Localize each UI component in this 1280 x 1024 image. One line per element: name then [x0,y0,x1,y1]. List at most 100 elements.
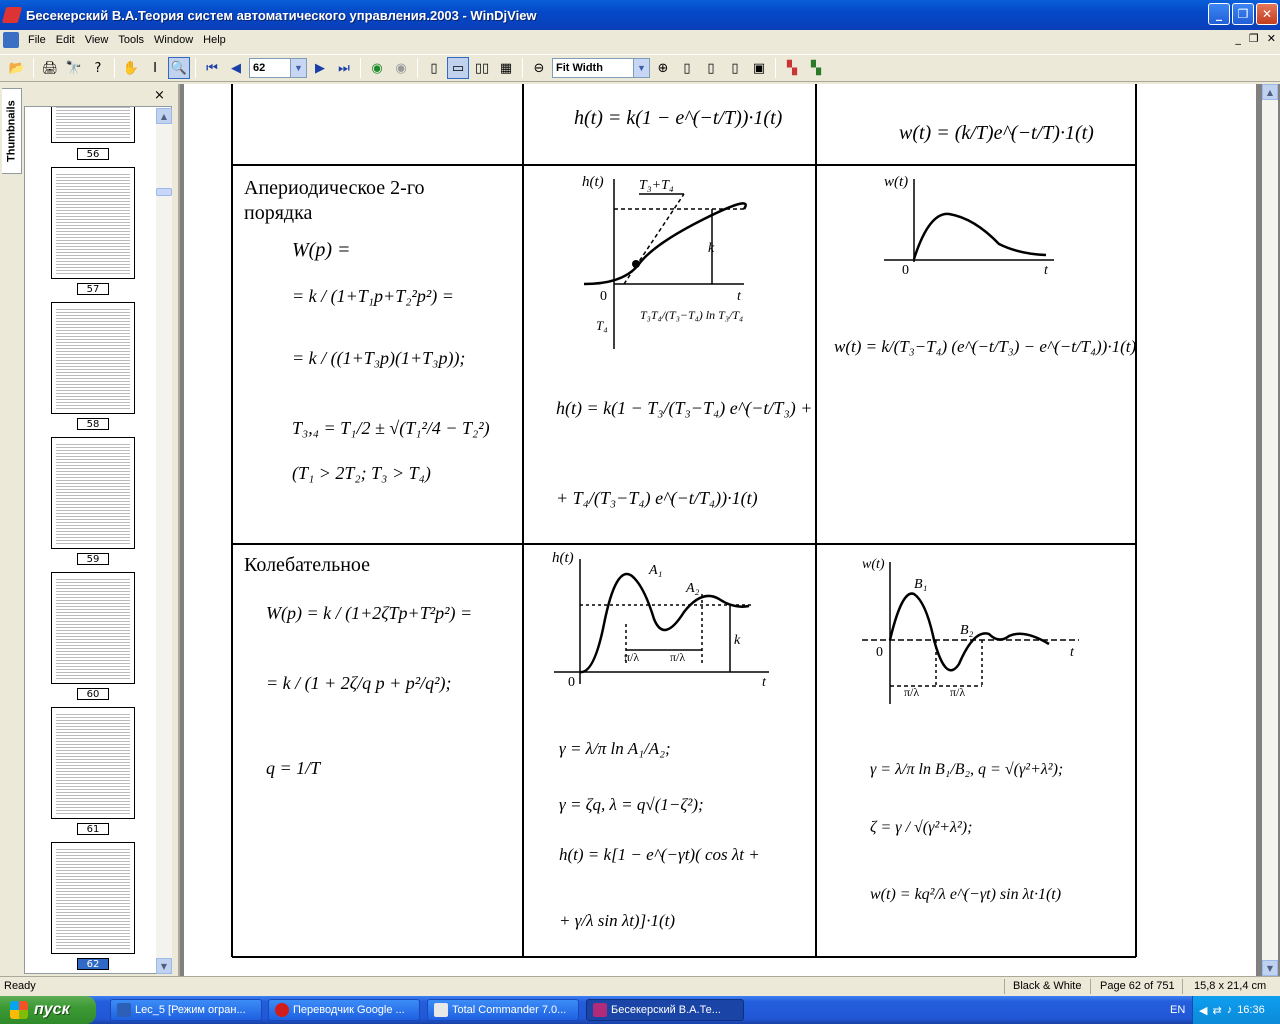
color-mode-icon[interactable]: ▚ [805,57,827,79]
fit-width-icon[interactable]: ▯ [700,57,722,79]
forward-icon[interactable]: ◉ [390,57,412,79]
thumbnail-page-56[interactable] [51,107,135,143]
zoom-combo[interactable]: Fit Width ▼ [552,58,650,78]
row3-w-label-b2: B₂ [960,623,974,638]
close-icon[interactable]: × [154,88,165,103]
scroll-up-icon[interactable]: ▲ [1262,84,1278,100]
menu-edit[interactable]: Edit [51,34,80,46]
document-scrollbar[interactable]: ▲ ▼ [1262,84,1278,976]
row3-h-label-t: t [762,675,767,690]
help-icon[interactable]: ? [87,57,109,79]
network-icon[interactable]: ⇄ [1212,1004,1221,1017]
single-page-icon[interactable]: ▯ [423,57,445,79]
scroll-down-icon[interactable]: ▼ [1262,960,1278,976]
mdi-minimize-button[interactable]: _ [1235,32,1241,45]
chevron-down-icon[interactable]: ▼ [633,59,649,77]
thumbnail-page-60[interactable] [51,572,135,684]
previous-page-icon[interactable]: ◀ [225,57,247,79]
row2-w-graph [884,179,1054,262]
row3-h-formula-0: γ = λ/π ln A₁/A₂; [559,739,671,758]
continuous-icon[interactable]: ▭ [447,57,469,79]
zoom-in-icon[interactable]: ⊕ [652,57,674,79]
print-icon[interactable]: 🖨 [39,57,61,79]
row3-h-label-a2: A₂ [685,581,700,596]
minimize-button[interactable]: _ [1208,3,1230,25]
row3-h-label-zero: 0 [568,675,575,690]
row3-h-formula-2: h(t) = k[1 − e^(−γt)( cos λt + [559,845,760,864]
menu-tools[interactable]: Tools [113,34,149,46]
chevron-down-icon[interactable]: ▼ [290,59,306,77]
find-icon[interactable]: 🔭 [63,57,85,79]
thumbnail-label[interactable]: 61 [77,823,109,835]
open-icon[interactable]: 📂 [6,57,28,79]
thumbnail-label[interactable]: 56 [77,148,109,160]
start-button[interactable]: пуск [0,996,96,1024]
menu-help[interactable]: Help [198,34,231,46]
thumbnail-page-59[interactable] [51,437,135,549]
row2-formula-3: T₃,₄ = T₁/2 ± √(T₁²/4 − T₂²) [292,418,490,439]
actual-size-icon[interactable]: ▯ [724,57,746,79]
thumbnail-page-57[interactable] [51,167,135,279]
task-google-translate[interactable]: Переводчик Google ... [268,999,420,1021]
row2-formula-4: (T₁ > 2T₂; T₃ > T₄) [292,463,431,484]
word-icon [117,1003,131,1017]
thumbnail-scrollbar[interactable]: ▲ ▼ [156,108,172,974]
menu-bar: File Edit View Tools Window Help _ ❐ ✕ [0,30,1280,50]
next-page-icon[interactable]: ▶ [309,57,331,79]
scroll-down-icon[interactable]: ▼ [156,958,172,974]
page-number-combo[interactable]: 62 ▼ [249,58,307,78]
task-total-commander[interactable]: Total Commander 7.0... [427,999,579,1021]
mdi-close-button[interactable]: ✕ [1267,32,1276,45]
facing-continuous-icon[interactable]: ▦ [495,57,517,79]
thumbnails-tab[interactable]: Thumbnails [2,88,22,174]
hand-tool-icon[interactable]: ✋ [120,57,142,79]
facing-icon[interactable]: ▯▯ [471,57,493,79]
thumbnail-label[interactable]: 57 [77,283,109,295]
opera-icon [275,1003,289,1017]
row2-w-label: w(t) [884,174,908,190]
scrollbar-thumb[interactable] [156,188,172,196]
back-icon[interactable]: ◉ [366,57,388,79]
thumbnail-label[interactable]: 60 [77,688,109,700]
document-icon[interactable] [3,32,19,48]
display-mode-icon[interactable]: ▚ [781,57,803,79]
status-ready: Ready [4,980,36,992]
fit-page-icon[interactable]: ▯ [676,57,698,79]
clock: 16:36 [1237,1004,1265,1016]
select-tool-icon[interactable]: I [144,57,166,79]
row3-w-label-pi2: π/λ [950,685,965,699]
thumbnail-page-58[interactable] [51,302,135,414]
maximize-button[interactable]: ❐ [1232,3,1254,25]
layout-icon[interactable]: ▣ [748,57,770,79]
scroll-up-icon[interactable]: ▲ [156,108,172,124]
menu-window[interactable]: Window [149,34,198,46]
zoom-out-icon[interactable]: ⊖ [528,57,550,79]
zoom-tool-icon[interactable]: 🔍 [168,57,190,79]
close-button[interactable]: ✕ [1256,3,1278,25]
row3-formula-0: W(p) = k / (1+2ζTp+T²p²) = [266,603,472,624]
last-page-icon[interactable]: ⏭ [333,57,355,79]
thumbnail-page-62[interactable] [51,842,135,954]
language-indicator[interactable]: EN [1170,1004,1185,1016]
row3-h-label-pi2: π/λ [670,650,685,664]
tray-arrow-icon[interactable]: ◀ [1199,1004,1207,1017]
thumbnail-label[interactable]: 58 [77,418,109,430]
system-tray: ◀ ⇄ ♪ 16:36 [1192,996,1280,1024]
row3-w-label-zero: 0 [876,645,883,660]
mdi-restore-button[interactable]: ❐ [1249,32,1259,45]
windjview-icon [593,1003,607,1017]
thumbnail-label[interactable]: 59 [77,553,109,565]
task-label: Бесекерский В.А.Те... [611,1004,721,1016]
document-view[interactable]: h(t) = k(1 − e^(−t/T))·1(t) w(t) = (k/T)… [178,84,1280,976]
task-windjview[interactable]: Бесекерский В.А.Те... [586,999,744,1021]
row3-w-label-b1: B₁ [914,577,927,592]
menu-view[interactable]: View [80,34,114,46]
volume-icon[interactable]: ♪ [1227,1004,1233,1016]
app-icon [1,7,23,23]
row2-w-label-zero: 0 [902,263,909,278]
thumbnail-page-61[interactable] [51,707,135,819]
menu-file[interactable]: File [23,34,51,46]
task-lec5[interactable]: Lec_5 [Режим огран... [110,999,262,1021]
first-page-icon[interactable]: ⏮ [201,57,223,79]
thumbnail-label-selected[interactable]: 62 [77,958,109,970]
